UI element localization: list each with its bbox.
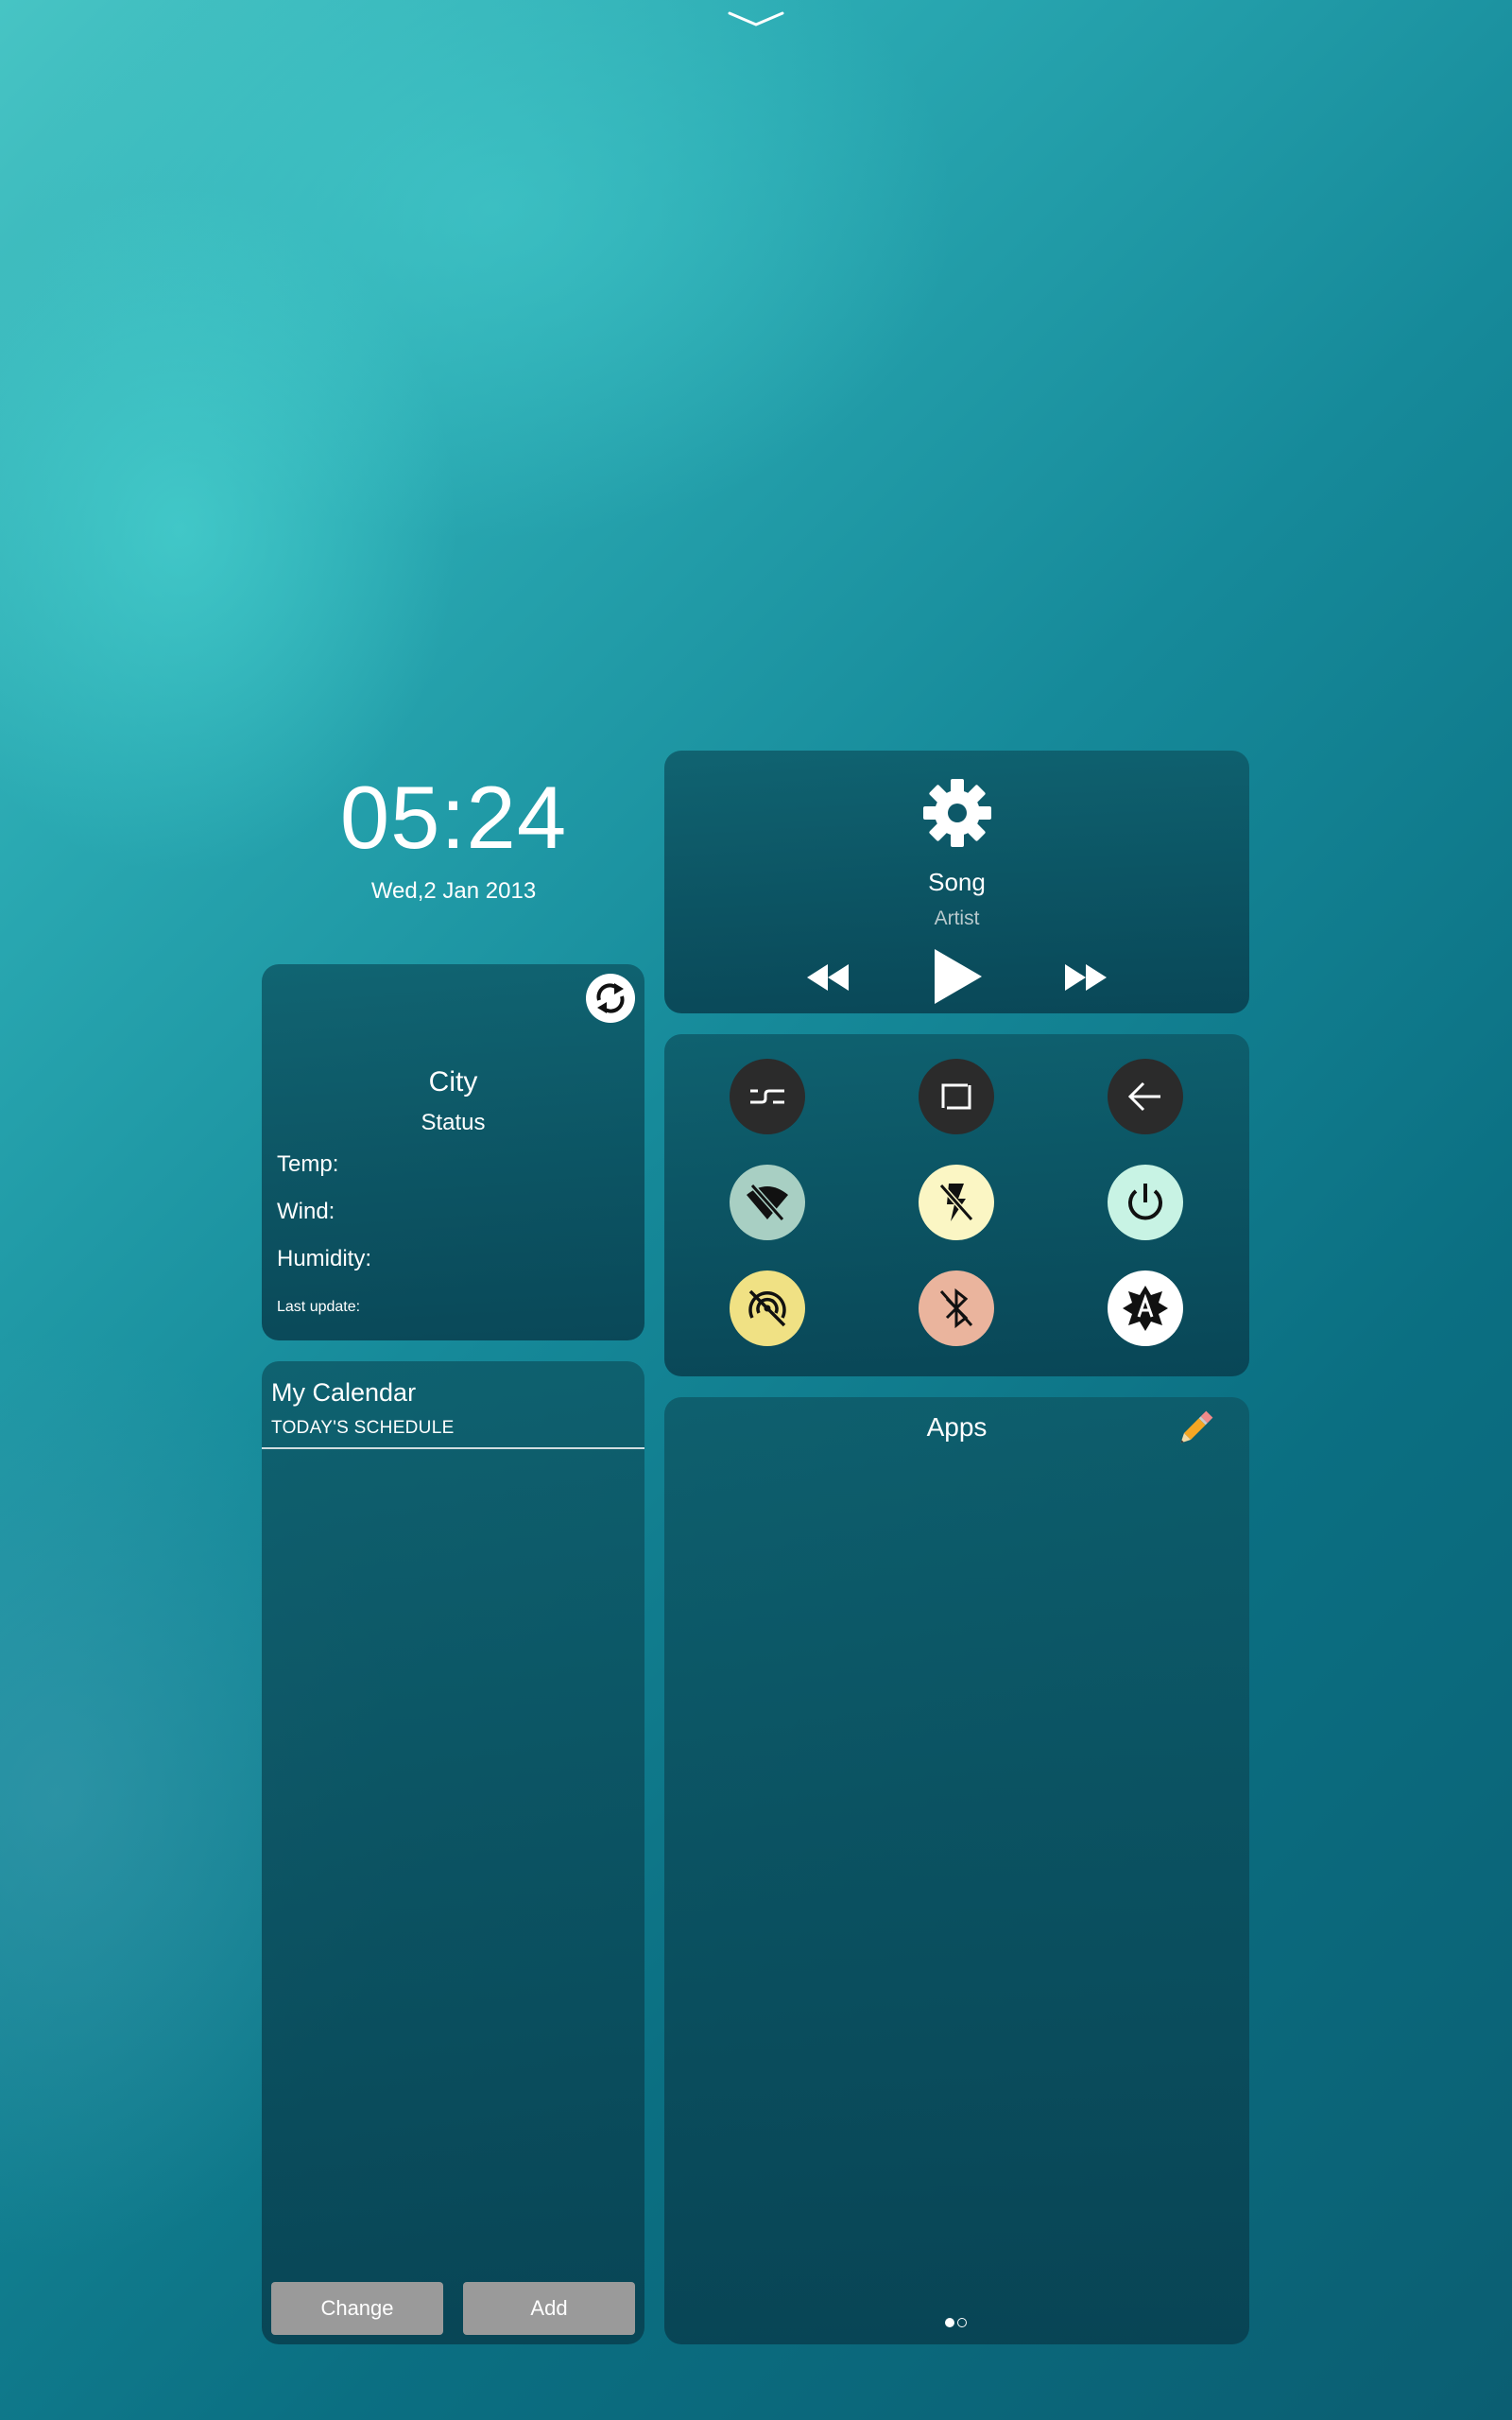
auto-brightness-toggle[interactable] (1108, 1270, 1183, 1346)
refresh-icon (596, 983, 625, 1013)
gear-icon[interactable] (921, 777, 993, 849)
change-button[interactable]: Change (271, 2282, 443, 2335)
back-icon (1127, 1081, 1160, 1112)
power-button[interactable] (1108, 1165, 1183, 1240)
page-dot[interactable] (957, 2318, 967, 2327)
hotspot-toggle[interactable] (730, 1270, 805, 1346)
calendar-divider (262, 1447, 644, 1449)
refresh-button[interactable] (586, 974, 635, 1023)
hotspot-off-icon (748, 1289, 786, 1327)
chevron-down-icon[interactable] (726, 8, 786, 30)
add-button[interactable]: Add (463, 2282, 635, 2335)
weather-wind-label: Wind: (277, 1199, 335, 1224)
weather-temp-label: Temp: (277, 1151, 339, 1177)
home-icon (941, 1083, 971, 1110)
apps-title: Apps (926, 1412, 988, 1442)
page-indicator (945, 2318, 971, 2329)
wifi-off-icon (747, 1184, 788, 1221)
calendar-subtitle: TODAY'S SCHEDULE (271, 1418, 455, 1438)
auto-brightness-icon (1123, 1286, 1168, 1331)
weather-city: City (428, 1066, 478, 1098)
bluetooth-toggle[interactable] (919, 1270, 994, 1346)
quick-toggles-widget (664, 1034, 1249, 1376)
bluetooth-off-icon (939, 1288, 973, 1329)
back-button[interactable] (1108, 1059, 1183, 1134)
flashlight-toggle[interactable] (919, 1165, 994, 1240)
calendar-widget: My Calendar TODAY'S SCHEDULE Change Add (262, 1361, 644, 2344)
clock-date: Wed,2 Jan 2013 (370, 878, 537, 904)
song-title: Song (928, 868, 986, 896)
music-widget: Song Artist (664, 751, 1249, 1013)
flash-off-icon (938, 1184, 974, 1221)
clock-time: 05:24 (339, 768, 568, 867)
home-button[interactable] (919, 1059, 994, 1134)
page-dot-active[interactable] (945, 2318, 954, 2327)
weather-last-update-label: Last update: (277, 1299, 361, 1315)
play-button[interactable] (931, 947, 984, 1006)
fast-forward-button[interactable] (1061, 960, 1110, 994)
clock-widget: 05:24 Wed,2 Jan 2013 (265, 766, 643, 908)
wifi-toggle[interactable] (730, 1165, 805, 1240)
weather-widget: City Status Temp: Wind: Humidity: Last u… (262, 964, 644, 1340)
artist-name: Artist (934, 908, 980, 929)
recents-button[interactable] (730, 1059, 805, 1134)
rewind-button[interactable] (803, 960, 852, 994)
weather-humidity-label: Humidity: (277, 1246, 372, 1271)
weather-status: Status (421, 1110, 486, 1135)
calendar-title: My Calendar (271, 1378, 417, 1407)
apps-widget: Apps (664, 1397, 1249, 2344)
power-icon (1128, 1184, 1162, 1220)
pencil-icon[interactable] (1174, 1407, 1217, 1450)
recents-icon (750, 1089, 784, 1104)
